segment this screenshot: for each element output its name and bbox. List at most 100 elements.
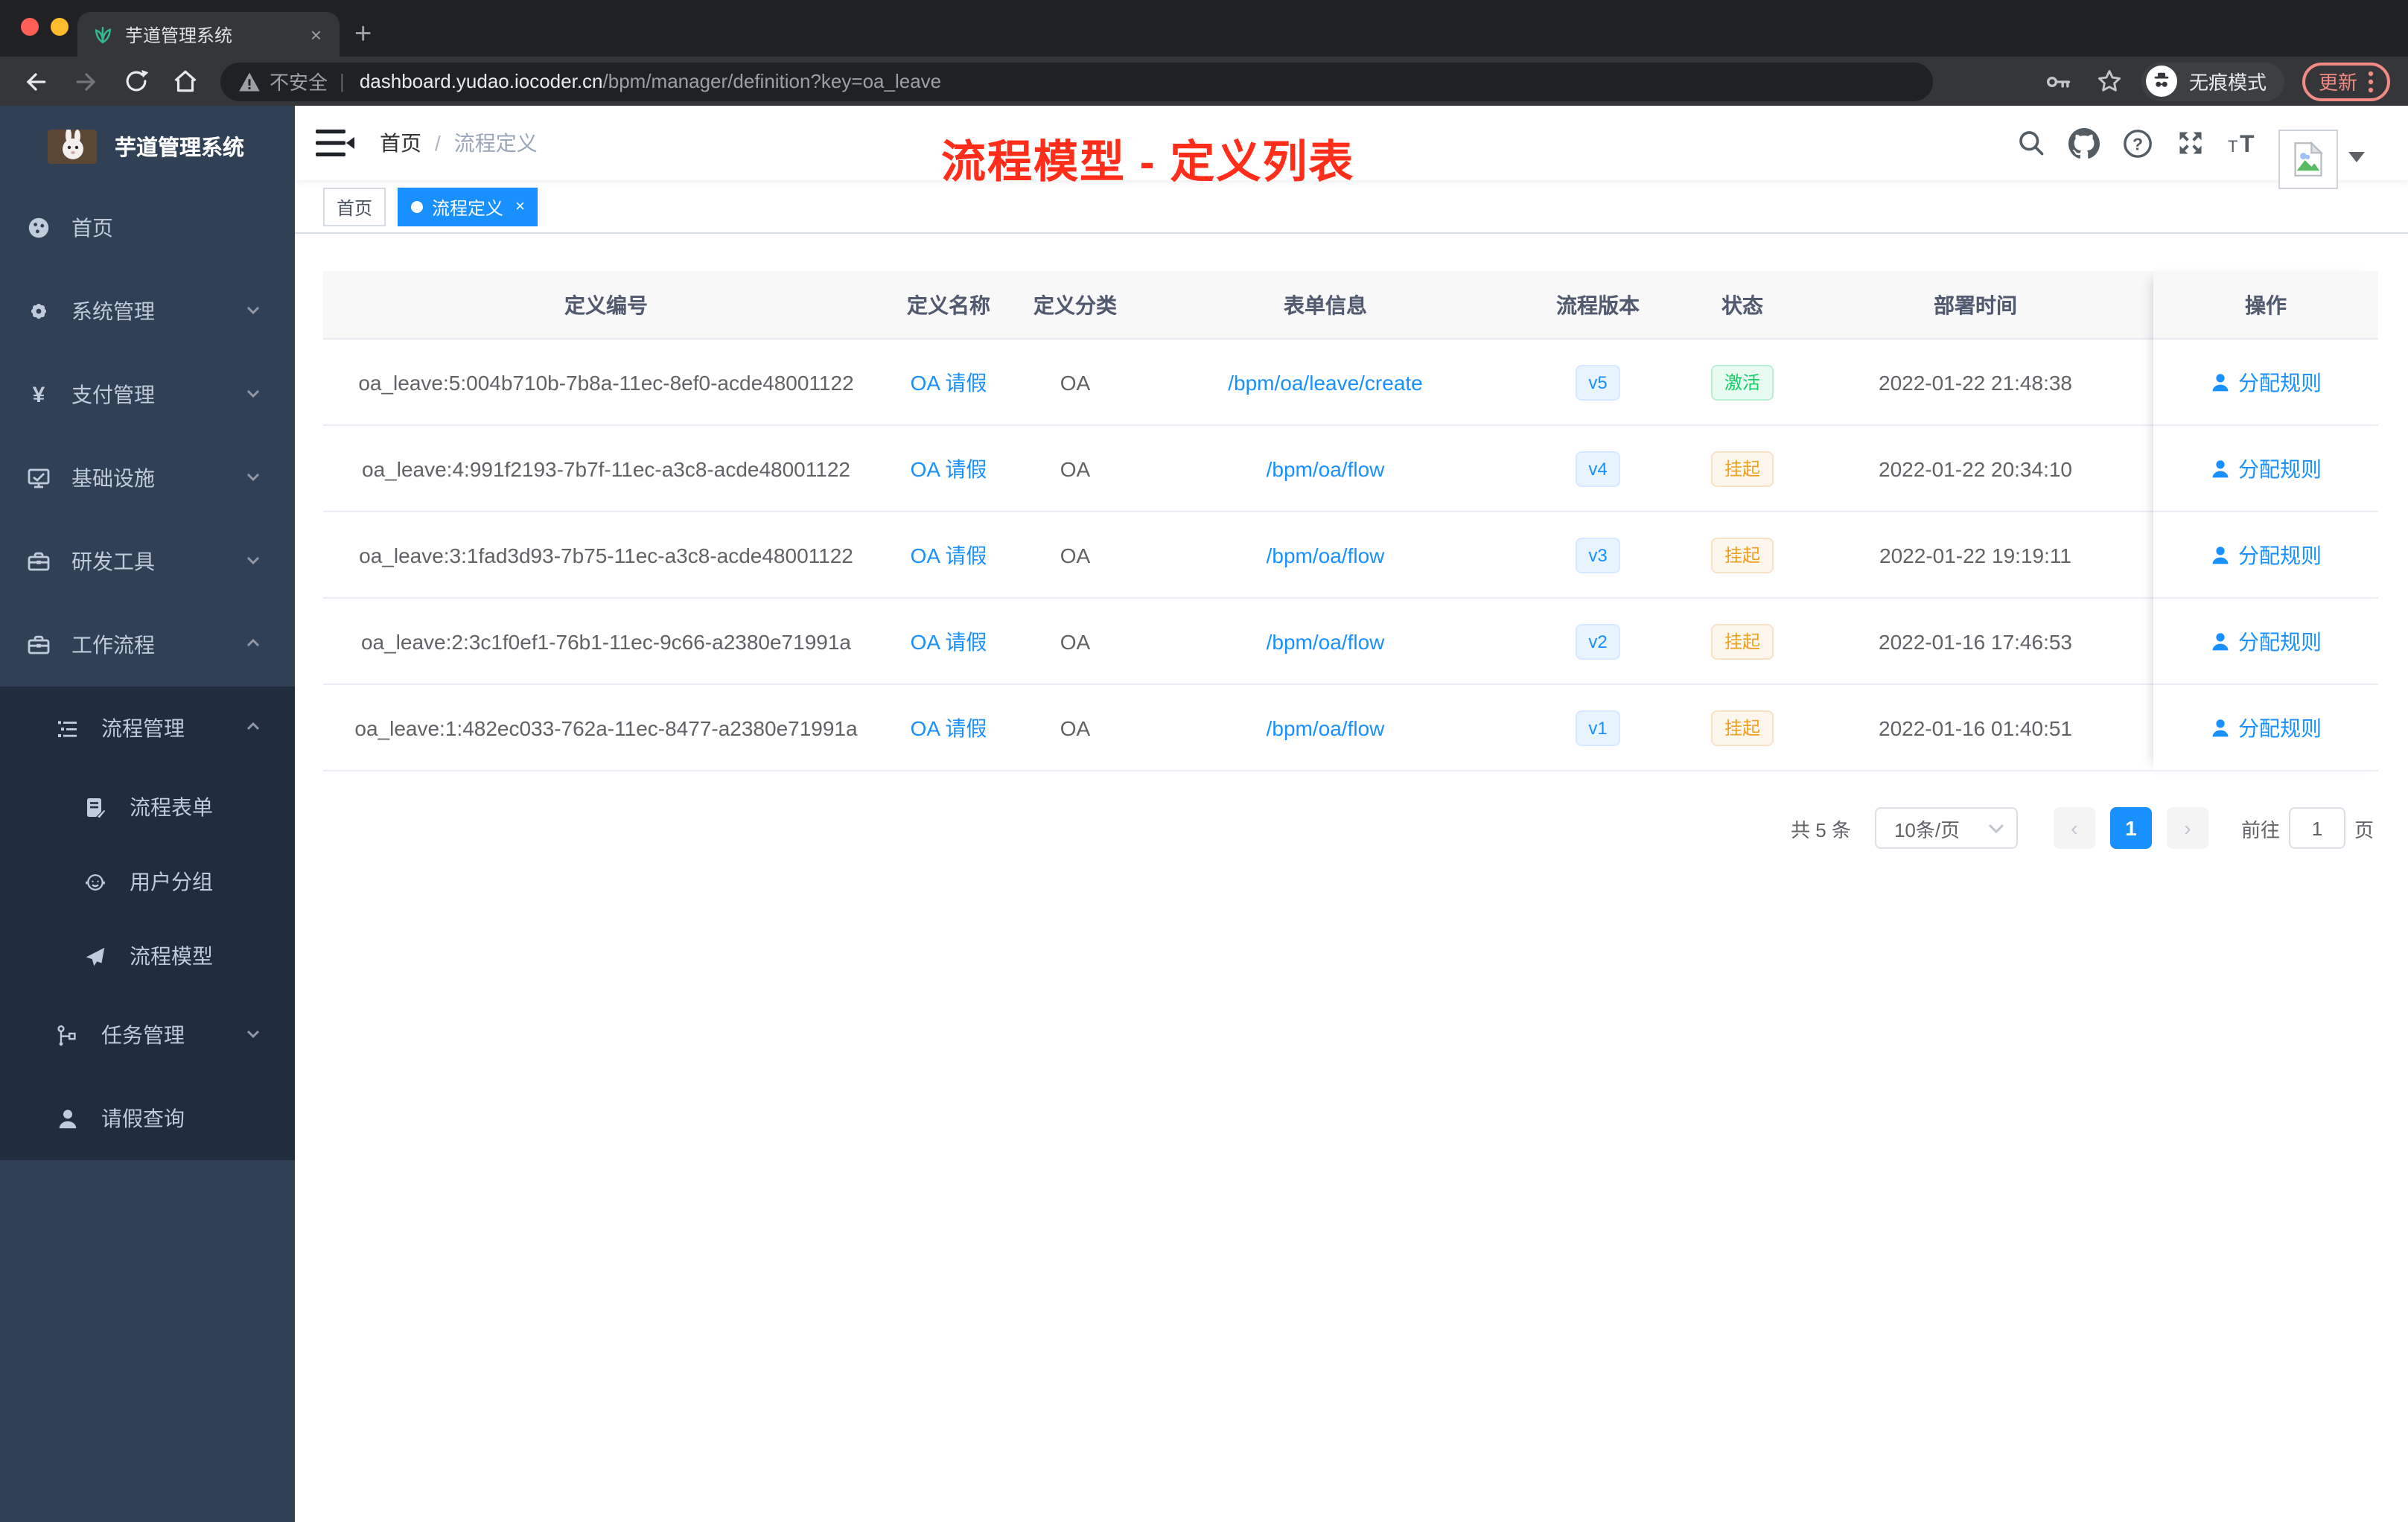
incognito-icon: [2145, 66, 2177, 97]
briefcase-icon: [27, 633, 51, 657]
avatar[interactable]: [2278, 129, 2338, 188]
version-badge: v5: [1575, 364, 1621, 400]
definition-name-link[interactable]: OA 请假: [911, 540, 987, 570]
url-bar[interactable]: 不安全 | dashboard.yudao.iocoder.cn/bpm/man…: [220, 62, 1933, 101]
assign-rule-link[interactable]: 分配规则: [2210, 453, 2322, 483]
tag-process-definition[interactable]: 流程定义 ×: [398, 188, 538, 226]
sidebar: 芋道管理系统 首页 系统管理 ¥ 支付管理 基础设施 研发工具 工作流程 流程管…: [0, 106, 295, 1522]
annotation-text: 流程模型 - 定义列表: [941, 138, 1355, 188]
new-tab-button[interactable]: +: [354, 12, 372, 57]
definition-table: 定义编号 定义名称 定义分类 表单信息 流程版本 状态 部署时间 操作 oa_l…: [323, 271, 2378, 771]
bookmark-star-icon[interactable]: [2095, 67, 2124, 95]
sidebar-item-leave-query[interactable]: 请假查询: [0, 1077, 295, 1160]
sidebar-item-workflow[interactable]: 工作流程: [0, 603, 295, 687]
col-header: 流程版本: [1556, 293, 1640, 316]
form-link[interactable]: /bpm/oa/flow: [1267, 456, 1385, 480]
collapse-sidebar-icon[interactable]: [316, 128, 354, 165]
breadcrumb-home[interactable]: 首页: [380, 128, 421, 158]
definition-category: OA: [1060, 370, 1091, 394]
back-icon[interactable]: [21, 66, 51, 96]
select-caret-icon: [1988, 823, 2004, 833]
user-icon: [2210, 372, 2231, 392]
update-button[interactable]: 更新: [2302, 62, 2390, 101]
sidebar-item-label: 流程管理: [101, 716, 185, 740]
prev-page-button[interactable]: ‹: [2053, 807, 2095, 849]
tab-close-icon[interactable]: ×: [308, 23, 325, 45]
person-icon: [57, 1107, 79, 1130]
table-row: oa_leave:2:3c1f0ef1-76b1-11ec-9c66-a2380…: [323, 599, 2378, 685]
fullscreen-icon[interactable]: [2176, 128, 2205, 158]
url-path[interactable]: /bpm/manager/definition?key=oa_leave: [603, 69, 942, 92]
definition-category: OA: [1060, 456, 1091, 480]
menu-dots-icon[interactable]: [2368, 69, 2374, 93]
sidebar-item-devtools[interactable]: 研发工具: [0, 520, 295, 603]
help-icon[interactable]: ?: [2122, 127, 2153, 159]
main-area: 首页 / 流程定义 流程模型 - 定义列表 ? T T 首页 流程定义 × 定义…: [295, 106, 2408, 1522]
deploy-time: 2022-01-16 01:40:51: [1879, 716, 2072, 739]
goto-page-input[interactable]: [2288, 807, 2345, 849]
assign-rule-link[interactable]: 分配规则: [2210, 540, 2322, 570]
tag-label: 流程定义: [432, 197, 504, 218]
sidebar-item-infra[interactable]: 基础设施: [0, 436, 295, 520]
table-row: oa_leave:5:004b710b-7b8a-11ec-8ef0-acde4…: [323, 340, 2378, 426]
forward-icon[interactable]: [71, 66, 101, 96]
security-label[interactable]: 不安全: [270, 67, 328, 95]
warning-icon: [238, 71, 261, 92]
version-badge: v3: [1575, 537, 1621, 573]
sidebar-item-home[interactable]: 首页: [0, 186, 295, 270]
sidebar-item-process-mgmt[interactable]: 流程管理: [0, 687, 295, 770]
reload-icon[interactable]: [122, 67, 150, 95]
list-tree-icon: [57, 717, 79, 739]
sidebar-item-process-model[interactable]: 流程模型: [0, 919, 295, 993]
user-group-icon: [85, 870, 106, 893]
definition-name-link[interactable]: OA 请假: [911, 713, 987, 742]
font-size-icon[interactable]: TT: [2228, 128, 2264, 158]
dashboard-icon: [27, 216, 51, 240]
broken-image-icon: [2294, 141, 2324, 176]
github-icon[interactable]: [2068, 127, 2100, 159]
assign-rule-link[interactable]: 分配规则: [2210, 713, 2322, 742]
page-size-select[interactable]: 10条/页: [1874, 807, 2018, 849]
search-icon[interactable]: [2016, 128, 2046, 158]
form-link[interactable]: /bpm/oa/leave/create: [1228, 370, 1423, 394]
form-link[interactable]: /bpm/oa/flow: [1267, 629, 1385, 653]
definition-name-link[interactable]: OA 请假: [911, 626, 987, 656]
browser-tab[interactable]: 芋道管理系统 ×: [77, 12, 340, 57]
close-window-button[interactable]: [21, 18, 39, 36]
user-icon: [2210, 544, 2231, 565]
deploy-time: 2022-01-22 19:19:11: [1879, 543, 2071, 567]
sidebar-item-system[interactable]: 系统管理: [0, 270, 295, 353]
minimize-window-button[interactable]: [51, 18, 69, 36]
chevron-up-icon: [244, 716, 262, 740]
tag-label: 首页: [337, 197, 373, 218]
url-domain[interactable]: dashboard.yudao.iocoder.cn: [360, 69, 603, 92]
page-number-button[interactable]: 1: [2109, 807, 2152, 849]
user-icon: [2210, 717, 2231, 738]
form-link[interactable]: /bpm/oa/flow: [1267, 716, 1385, 739]
definition-name-link[interactable]: OA 请假: [911, 367, 987, 397]
version-badge: v2: [1575, 623, 1621, 659]
definition-id: oa_leave:3:1fad3d93-7b75-11ec-a3c8-acde4…: [359, 543, 853, 567]
next-page-button[interactable]: ›: [2166, 807, 2208, 849]
paper-plane-icon: [85, 945, 106, 967]
sidebar-item-process-form[interactable]: 流程表单: [0, 770, 295, 844]
caret-down-icon[interactable]: [2348, 143, 2365, 170]
tag-home[interactable]: 首页: [323, 188, 386, 226]
assign-rule-link[interactable]: 分配规则: [2210, 367, 2322, 397]
svg-text:?: ?: [2133, 134, 2143, 153]
sidebar-item-user-group[interactable]: 用户分组: [0, 844, 295, 919]
assign-rule-link[interactable]: 分配规则: [2210, 626, 2322, 656]
tag-close-icon[interactable]: ×: [515, 198, 525, 215]
sidebar-item-payment[interactable]: ¥ 支付管理: [0, 353, 295, 436]
table-row: oa_leave:4:991f2193-7b7f-11ec-a3c8-acde4…: [323, 426, 2378, 512]
definition-category: OA: [1060, 629, 1091, 653]
home-icon[interactable]: [171, 67, 200, 95]
deploy-time: 2022-01-22 20:34:10: [1879, 456, 2072, 480]
key-icon[interactable]: [2045, 66, 2074, 96]
sidebar-item-task-mgmt[interactable]: 任务管理: [0, 993, 295, 1077]
update-label: 更新: [2318, 71, 2357, 94]
incognito-label: 无痕模式: [2188, 71, 2267, 94]
url-separator: |: [340, 70, 345, 92]
form-link[interactable]: /bpm/oa/flow: [1267, 543, 1385, 567]
definition-name-link[interactable]: OA 请假: [911, 453, 987, 483]
